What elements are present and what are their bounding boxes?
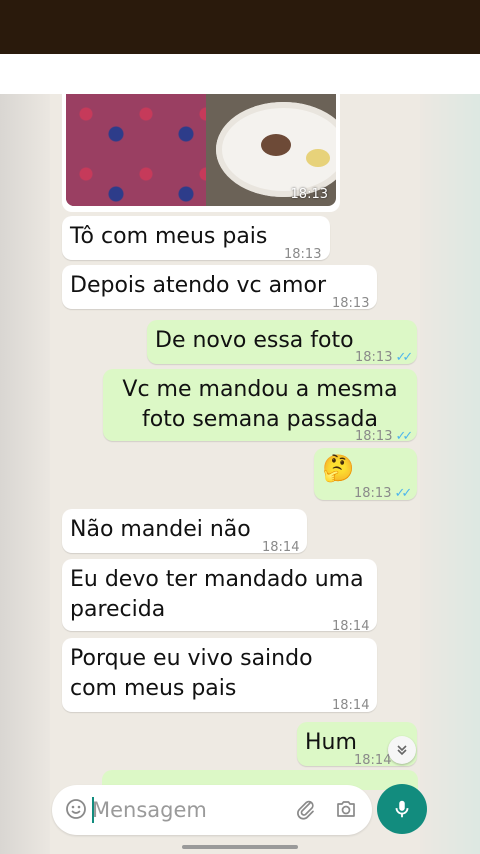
photo-message[interactable]: 18:13 xyxy=(62,94,340,212)
gesture-handle[interactable] xyxy=(182,845,298,849)
double-check-icon: ✓✓ xyxy=(394,486,412,501)
message-bubble-incoming[interactable]: Não mandei não 18:14 xyxy=(62,509,307,555)
message-bubble-incoming[interactable]: Depois atendo vc amor 18:13 xyxy=(62,265,377,311)
double-check-icon: ✓✓ xyxy=(395,350,413,365)
message-text: De novo essa foto xyxy=(155,328,354,353)
paperclip-icon[interactable] xyxy=(294,797,318,821)
thinking-emoji: 🤔 xyxy=(322,454,355,484)
camera-icon[interactable] xyxy=(334,797,358,821)
photo-food xyxy=(261,134,291,156)
photo-image[interactable]: 18:13 xyxy=(66,94,336,206)
chevron-double-down-icon xyxy=(397,745,407,756)
message-text: Tô com meus pais xyxy=(70,224,268,249)
message-text: Eu devo ter mandado uma parecida xyxy=(70,567,364,622)
mic-button[interactable] xyxy=(377,784,427,834)
message-bubble-outgoing[interactable]: Vc me mandou a mesma foto semana passada… xyxy=(103,369,417,444)
emoji-icon[interactable] xyxy=(64,797,88,821)
scroll-to-bottom-button[interactable] xyxy=(388,736,416,764)
status-bar xyxy=(0,0,480,54)
double-check-icon: ✓✓ xyxy=(395,429,413,444)
message-time: 18:14 xyxy=(332,698,370,713)
chat-header xyxy=(0,54,480,94)
message-bubble-outgoing[interactable]: De novo essa foto 18:13 ✓✓ xyxy=(147,320,417,365)
message-time: 18:13 xyxy=(355,429,393,444)
text-cursor xyxy=(92,797,94,823)
message-text: Hum xyxy=(305,730,357,755)
message-text: Porque eu vivo saindo com meus pais xyxy=(70,646,313,701)
message-time: 18:13 xyxy=(332,296,370,311)
photo-pattern xyxy=(66,94,206,206)
message-time: 18:13 xyxy=(355,350,393,365)
message-bubble-incoming[interactable]: Tô com meus pais 18:13 xyxy=(62,216,330,262)
mic-icon xyxy=(395,800,409,818)
message-text: Não mandei não xyxy=(70,517,251,542)
wallpaper-left xyxy=(0,94,50,854)
message-input[interactable] xyxy=(92,793,282,827)
message-bubble-incoming[interactable]: Eu devo ter mandado uma parecida 18:14 xyxy=(62,559,377,634)
message-bubble-incoming[interactable]: Porque eu vivo saindo com meus pais 18:1… xyxy=(62,638,377,713)
wallpaper-right xyxy=(420,94,480,854)
message-time: 18:13 xyxy=(290,187,328,202)
message-composer[interactable] xyxy=(52,785,372,835)
photo-food xyxy=(306,149,330,167)
message-bubble-outgoing[interactable]: 🤔 18:13 ✓✓ xyxy=(314,448,417,501)
message-text: Depois atendo vc amor xyxy=(70,273,326,298)
message-meta: 18:13 ✓✓ xyxy=(354,479,412,509)
message-time: 18:13 xyxy=(354,486,392,501)
